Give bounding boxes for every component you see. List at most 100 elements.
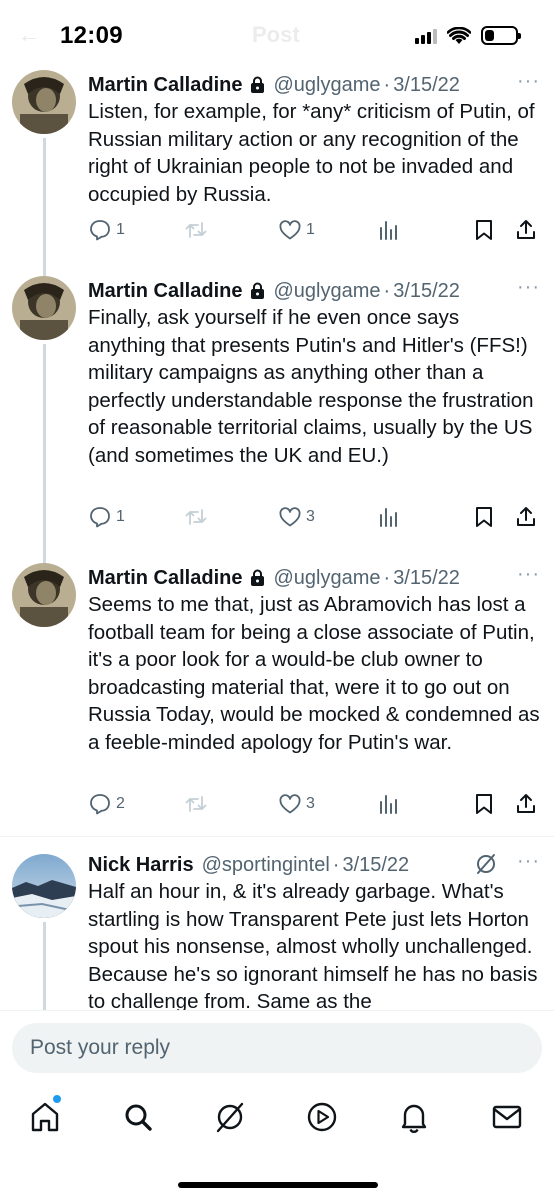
author-name[interactable]: Martin Calladine <box>88 567 242 590</box>
author-handle[interactable]: @uglygame <box>273 280 380 303</box>
heart-icon <box>279 220 301 240</box>
reply-input[interactable]: Post your reply <box>12 1023 542 1073</box>
share-button[interactable] <box>514 218 538 242</box>
views-button[interactable] <box>376 792 400 816</box>
reply-icon <box>90 794 110 815</box>
video-icon <box>307 1102 337 1132</box>
views-icon <box>380 508 397 527</box>
share-icon <box>517 507 535 526</box>
share-icon <box>517 794 535 813</box>
messages-icon <box>492 1105 522 1129</box>
tweet-header: Martin Calladine @uglygame · 3/15/22 <box>88 70 540 100</box>
nav-video[interactable] <box>302 1099 342 1135</box>
more-options-icon[interactable]: ··· <box>517 276 540 299</box>
views-button[interactable] <box>376 218 400 242</box>
search-icon <box>125 1104 152 1131</box>
nav-home[interactable] <box>25 1099 65 1135</box>
action-bar: 1 1 <box>88 218 540 246</box>
divider <box>0 836 554 837</box>
more-options-icon[interactable]: ··· <box>517 70 540 93</box>
heart-icon <box>279 507 301 527</box>
separator-dot: · <box>383 73 391 96</box>
grok-icon <box>216 1102 244 1133</box>
reply-bar: Post your reply <box>0 1010 554 1086</box>
grok-icon[interactable] <box>474 852 498 881</box>
tweet[interactable]: Martin Calladine @uglygame · 3/15/22 ···… <box>0 70 554 270</box>
tweet[interactable]: Nick Harris @sportingintel · 3/15/22 ···… <box>0 850 554 1013</box>
tweet-header: Martin Calladine @uglygame · 3/15/22 <box>88 563 540 593</box>
bookmark-icon <box>476 794 492 814</box>
post-date[interactable]: 3/15/22 <box>393 567 460 590</box>
author-handle[interactable]: @sportingintel <box>202 854 330 877</box>
share-icon <box>517 220 535 239</box>
action-bar: 1 3 <box>88 505 540 533</box>
home-indicator <box>178 1182 378 1188</box>
author-handle[interactable]: @uglygame <box>273 74 380 97</box>
avatar[interactable] <box>12 276 76 340</box>
battery-icon <box>481 26 521 45</box>
reply-icon <box>90 507 110 528</box>
author-name[interactable]: Martin Calladine <box>88 74 242 97</box>
tweet-header: Martin Calladine @uglygame · 3/15/22 <box>88 276 540 306</box>
bookmark-icon <box>476 507 492 527</box>
page-title: Post <box>252 22 300 47</box>
separator-dot: · <box>383 566 391 589</box>
tweet[interactable]: Martin Calladine @uglygame · 3/15/22 ···… <box>0 270 554 566</box>
reply-button[interactable]: 2 <box>88 792 125 816</box>
views-button[interactable] <box>376 505 400 529</box>
reply-count: 1 <box>116 508 125 525</box>
tweet-header: Nick Harris @sportingintel · 3/15/22 <box>88 850 540 880</box>
post-date[interactable]: 3/15/22 <box>393 280 460 303</box>
thread-line <box>43 922 46 1010</box>
repost-icon <box>185 796 207 812</box>
status-bar: ← Post 12:09 <box>0 0 554 70</box>
back-button[interactable]: ← <box>18 22 40 48</box>
reply-icon <box>90 220 110 241</box>
nav-grok[interactable] <box>210 1099 250 1135</box>
thread-line <box>43 344 46 566</box>
like-button[interactable]: 3 <box>278 505 315 529</box>
bookmark-button[interactable] <box>472 505 496 529</box>
author-handle[interactable]: @uglygame <box>273 567 380 590</box>
repost-icon <box>185 509 207 525</box>
reply-button[interactable]: 1 <box>88 505 125 529</box>
separator-dot: · <box>332 853 340 876</box>
post-date[interactable]: 3/15/22 <box>393 74 460 97</box>
like-button[interactable]: 3 <box>278 792 315 816</box>
tweet[interactable]: Martin Calladine @uglygame · 3/15/22 ···… <box>0 557 554 833</box>
post-date[interactable]: 3/15/22 <box>342 854 409 877</box>
home-icon <box>31 1102 59 1132</box>
like-button[interactable]: 1 <box>278 218 315 242</box>
reply-button[interactable]: 1 <box>88 218 125 242</box>
bottom-nav <box>0 1086 554 1200</box>
repost-button[interactable] <box>184 218 208 242</box>
more-options-icon[interactable]: ··· <box>517 563 540 586</box>
nav-messages[interactable] <box>487 1099 527 1135</box>
nav-search[interactable] <box>118 1099 158 1135</box>
bookmark-icon <box>476 220 492 240</box>
avatar[interactable] <box>12 70 76 134</box>
views-icon <box>380 221 397 240</box>
repost-button[interactable] <box>184 792 208 816</box>
share-button[interactable] <box>514 505 538 529</box>
wifi-icon <box>447 26 471 44</box>
reply-placeholder: Post your reply <box>30 1036 171 1059</box>
more-options-icon[interactable]: ··· <box>517 850 540 873</box>
lock-icon <box>250 76 265 94</box>
avatar[interactable] <box>12 854 76 918</box>
bookmark-button[interactable] <box>472 792 496 816</box>
share-button[interactable] <box>514 792 538 816</box>
author-name[interactable]: Nick Harris <box>88 854 194 877</box>
avatar[interactable] <box>12 563 76 627</box>
thread-line <box>43 557 46 563</box>
like-count: 3 <box>306 795 315 812</box>
nav-notifications[interactable] <box>394 1099 434 1135</box>
thread-line <box>43 138 46 270</box>
lock-icon <box>250 282 265 300</box>
bookmark-button[interactable] <box>472 218 496 242</box>
repost-button[interactable] <box>184 505 208 529</box>
author-name[interactable]: Martin Calladine <box>88 280 242 303</box>
lock-icon <box>250 569 265 587</box>
reply-count: 2 <box>116 795 125 812</box>
like-count: 3 <box>306 508 315 525</box>
